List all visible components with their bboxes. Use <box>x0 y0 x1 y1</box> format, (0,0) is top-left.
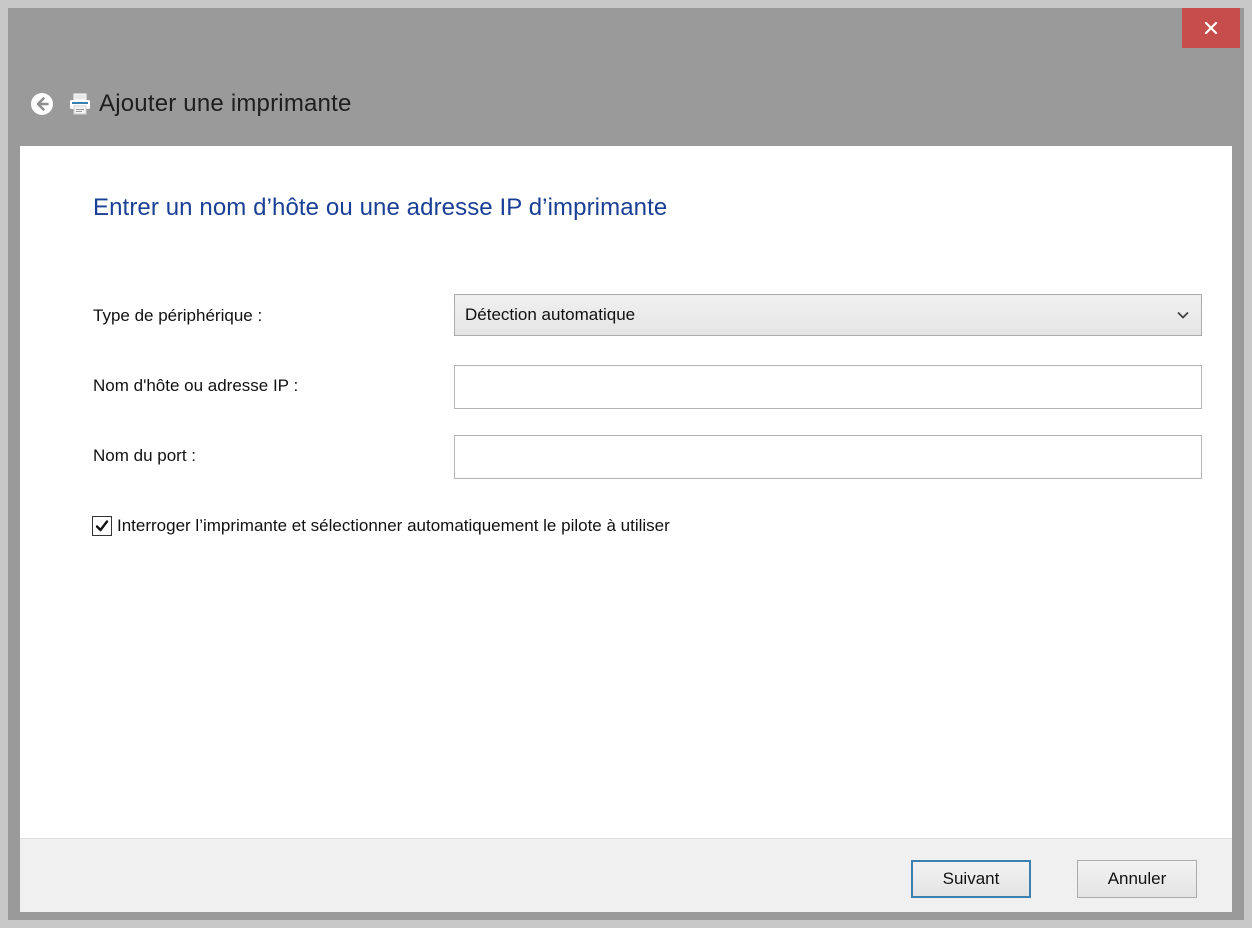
wizard-footer: Suivant Annuler <box>20 838 1232 912</box>
query-printer-label: Interroger l’imprimante et sélectionner … <box>117 516 670 535</box>
checkmark-icon <box>95 520 109 532</box>
cancel-button[interactable]: Annuler <box>1077 860 1197 898</box>
wizard-content: Entrer un nom d’hôte ou une adresse IP d… <box>20 146 1232 838</box>
hostname-input[interactable] <box>454 365 1202 409</box>
add-printer-window: Ajouter une imprimante Entrer un nom d’h… <box>8 8 1244 920</box>
device-type-label: Type de périphérique : <box>93 306 263 325</box>
close-button[interactable] <box>1182 8 1240 48</box>
printer-icon <box>67 91 93 117</box>
close-icon <box>1204 21 1218 35</box>
chevron-down-icon <box>1177 311 1189 319</box>
window-title: Ajouter une imprimante <box>99 90 352 117</box>
back-button[interactable] <box>29 91 55 117</box>
hostname-label: Nom d'hôte ou adresse IP : <box>93 376 299 395</box>
back-arrow-icon <box>31 93 53 115</box>
port-name-input[interactable] <box>454 435 1202 479</box>
next-button[interactable]: Suivant <box>911 860 1031 898</box>
page-heading: Entrer un nom d’hôte ou une adresse IP d… <box>93 194 668 221</box>
device-type-selected-value: Détection automatique <box>465 305 636 324</box>
query-printer-checkbox[interactable] <box>92 516 112 536</box>
wizard-header: Ajouter une imprimante <box>8 80 1244 128</box>
query-printer-option[interactable]: Interroger l’imprimante et sélectionner … <box>92 516 670 536</box>
device-type-select[interactable]: Détection automatique <box>454 294 1202 336</box>
port-name-label: Nom du port : <box>93 446 196 465</box>
